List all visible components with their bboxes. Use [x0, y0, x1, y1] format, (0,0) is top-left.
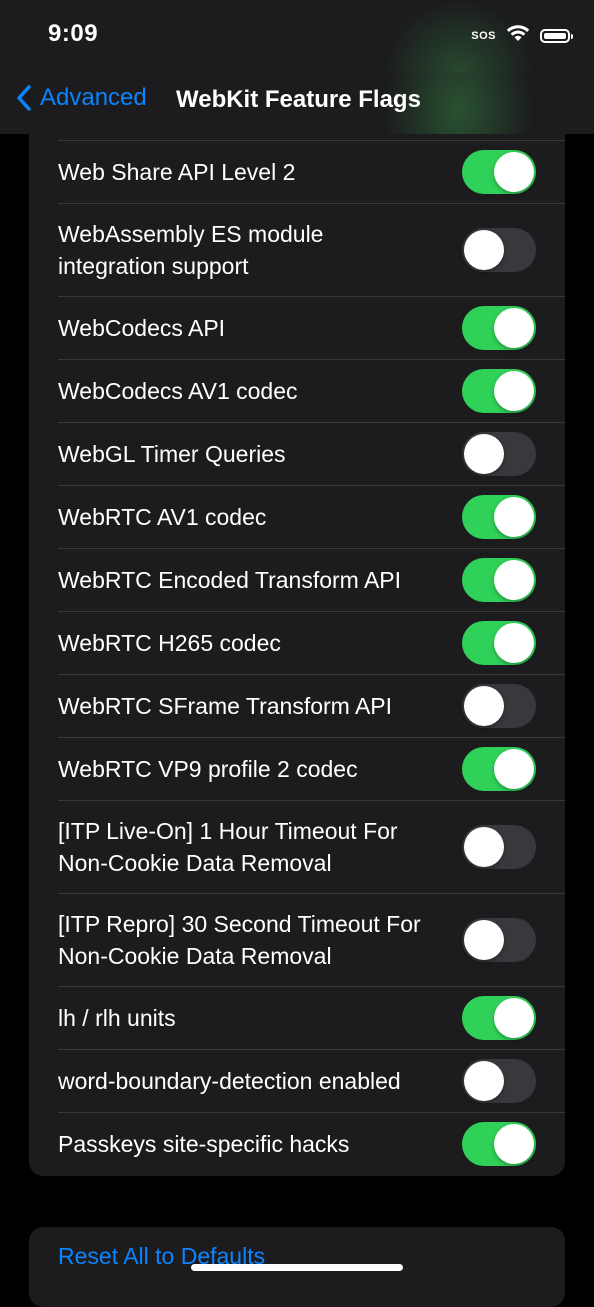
- flag-toggle[interactable]: [462, 683, 536, 728]
- flag-label: WebRTC VP9 profile 2 codec: [58, 755, 358, 782]
- flag-row: WebRTC SFrame Transform API: [29, 674, 565, 737]
- flag-toggle[interactable]: [462, 917, 536, 962]
- flag-row: WebGL Timer Queries: [29, 422, 565, 485]
- flag-row: WebCodecs AV1 codec: [29, 359, 565, 422]
- flag-label: word-boundary-detection enabled: [58, 1067, 401, 1094]
- feature-flags-list: Web Share API Level 2 WebAssembly ES mod…: [29, 100, 565, 1176]
- flag-toggle[interactable]: [462, 368, 536, 413]
- flag-toggle[interactable]: [462, 620, 536, 665]
- flag-label: WebCodecs API: [58, 314, 226, 341]
- home-indicator: [191, 1264, 403, 1271]
- status-time: 9:09: [48, 20, 99, 47]
- navigation-bar: Advanced WebKit Feature Flags: [0, 72, 594, 134]
- flag-row: WebAssembly ES module integration suppor…: [29, 203, 565, 296]
- flag-row: [ITP Live-On] 1 Hour Timeout For Non-Coo…: [29, 800, 565, 893]
- flag-label: [ITP Live-On] 1 Hour Timeout For Non-Coo…: [58, 817, 398, 876]
- flag-label: WebRTC AV1 codec: [58, 503, 267, 530]
- flag-label: WebRTC H265 codec: [58, 629, 281, 656]
- flag-row: WebRTC Encoded Transform API: [29, 548, 565, 611]
- flag-row: WebRTC VP9 profile 2 codec: [29, 737, 565, 800]
- flag-row: [ITP Repro] 30 Second Timeout For Non-Co…: [29, 893, 565, 986]
- back-button[interactable]: Advanced: [16, 84, 147, 112]
- flag-toggle[interactable]: [462, 995, 536, 1040]
- back-button-label: Advanced: [40, 84, 147, 111]
- flag-toggle[interactable]: [462, 824, 536, 869]
- flag-row: Passkeys site-specific hacks: [29, 1112, 565, 1175]
- flag-label: WebRTC SFrame Transform API: [58, 692, 393, 719]
- flag-label: Web Share API Level 2: [58, 158, 296, 185]
- flag-row: Web Share API Level 2: [29, 140, 565, 203]
- flag-row: WebRTC H265 codec: [29, 611, 565, 674]
- flag-toggle[interactable]: [462, 227, 536, 272]
- flag-label: Passkeys site-specific hacks: [58, 1130, 350, 1157]
- sos-label: SOS: [471, 29, 496, 42]
- flag-toggle[interactable]: [462, 557, 536, 602]
- flag-label: WebCodecs AV1 codec: [58, 377, 298, 404]
- flag-toggle[interactable]: [462, 494, 536, 539]
- page-title: WebKit Feature Flags: [176, 86, 421, 113]
- flag-row: WebRTC AV1 codec: [29, 485, 565, 548]
- flag-row: word-boundary-detection enabled: [29, 1049, 565, 1112]
- flag-label: lh / rlh units: [58, 1004, 176, 1031]
- flag-label: WebRTC Encoded Transform API: [58, 566, 402, 593]
- flag-row: lh / rlh units: [29, 986, 565, 1049]
- flag-toggle[interactable]: [462, 305, 536, 350]
- flag-row: WebCodecs API: [29, 296, 565, 359]
- wifi-icon: [506, 24, 530, 47]
- flag-toggle[interactable]: [462, 431, 536, 476]
- feature-flags-rows: Web Share API Level 2 WebAssembly ES mod…: [29, 140, 565, 1175]
- flag-toggle[interactable]: [462, 1058, 536, 1103]
- flag-toggle[interactable]: [462, 746, 536, 791]
- chevron-left-icon: [17, 85, 31, 111]
- status-bar: 9:09 SOS: [0, 0, 594, 72]
- status-icons: SOS: [471, 24, 573, 47]
- flag-toggle[interactable]: [462, 149, 536, 194]
- battery-icon: [540, 28, 573, 43]
- flag-label: [ITP Repro] 30 Second Timeout For Non-Co…: [58, 910, 421, 969]
- flag-label: WebAssembly ES module integration suppor…: [58, 220, 324, 279]
- flag-label: WebGL Timer Queries: [58, 440, 286, 467]
- flag-toggle[interactable]: [462, 1121, 536, 1166]
